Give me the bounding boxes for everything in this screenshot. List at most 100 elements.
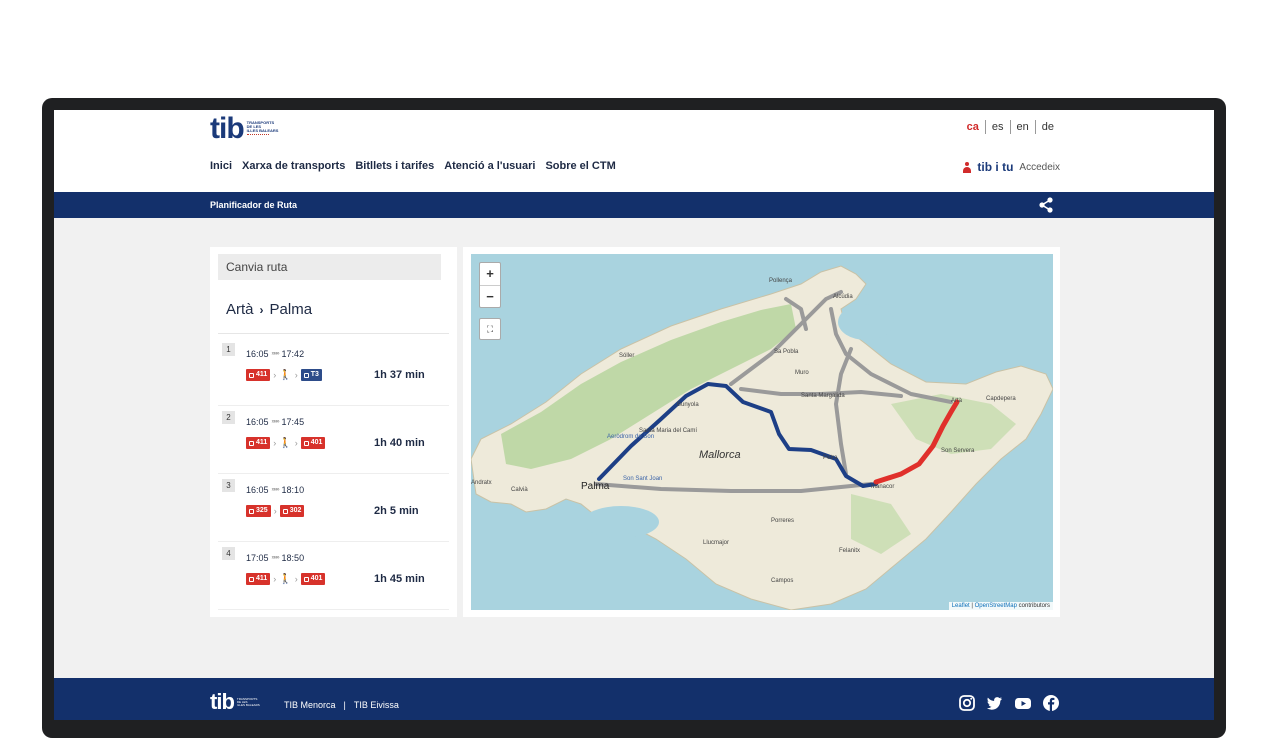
logo-wave bbox=[246, 134, 269, 138]
map-attribution: Leaflet | OpenStreetMap contributors bbox=[948, 602, 1053, 610]
osm-link[interactable]: OpenStreetMap bbox=[975, 603, 1017, 609]
bay-alcudia bbox=[838, 304, 894, 340]
route-title: Artà › Palma bbox=[226, 301, 312, 318]
main-nav: Inici Xarxa de transports Bitllets i tar… bbox=[210, 160, 616, 172]
bus-icon bbox=[282, 508, 288, 514]
trip-duration: 1h 37 min bbox=[374, 369, 425, 381]
bus-line-label: 411 bbox=[256, 439, 268, 446]
bus-icon bbox=[249, 372, 254, 378]
label-arta: Artà bbox=[951, 398, 963, 404]
nav-bitllets[interactable]: Bitllets i tarifes bbox=[355, 160, 434, 172]
trip-legs: 411 › 🚶 › T3 bbox=[246, 369, 322, 381]
bus-icon bbox=[303, 576, 309, 582]
fullscreen-icon[interactable]: ⛶ bbox=[479, 318, 501, 340]
leaflet-link[interactable]: Leaflet bbox=[952, 603, 970, 609]
tib-i-tu-link[interactable]: tib i tu bbox=[977, 160, 1013, 174]
footer-logo-sub-3: ILLES BALEARS bbox=[236, 702, 260, 707]
facebook-icon[interactable] bbox=[1042, 694, 1060, 712]
trip-duration: 1h 40 min bbox=[374, 437, 425, 449]
link-tib-menorca[interactable]: TIB Menorca bbox=[284, 700, 336, 710]
footer-logo[interactable]: tib TRANSPORTS DE LES ILLES BALEARS bbox=[210, 689, 260, 714]
nav-sobre[interactable]: Sobre el CTM bbox=[545, 160, 615, 172]
arrive-time: 18:10 bbox=[281, 485, 305, 495]
bus-line-label: T3 bbox=[310, 371, 319, 378]
nav-xarxa[interactable]: Xarxa de transports bbox=[242, 160, 345, 172]
label-porreres: Porreres bbox=[771, 518, 794, 524]
label-muro: Muro bbox=[795, 370, 809, 376]
label-aerodrom: Aeròdrom de Son bbox=[607, 434, 654, 440]
depart-time: 16:05 bbox=[246, 417, 269, 427]
bus-line-chip: 401 bbox=[300, 437, 326, 449]
nav-inici[interactable]: Inici bbox=[210, 160, 232, 172]
label-petra: Petra bbox=[823, 455, 838, 461]
trip-number: 4 bbox=[222, 547, 235, 560]
bus-icon bbox=[303, 440, 309, 446]
zoom-out-button[interactable]: − bbox=[480, 286, 500, 308]
trip-legs: 411 › 🚶 › 401 bbox=[246, 437, 326, 449]
chevron-right-icon: › bbox=[273, 370, 277, 380]
arrive-time: 17:42 bbox=[281, 349, 305, 359]
trip-legs: 325 › 302 bbox=[246, 505, 305, 517]
label-alcudia: Alcúdia bbox=[833, 294, 853, 300]
trip-option-2[interactable]: 2 16:05 »»» 17:45 411 › 🚶 › 401 1h 40 mi… bbox=[218, 405, 449, 474]
walk-icon: 🚶 bbox=[279, 369, 292, 381]
trip-duration: 2h 5 min bbox=[374, 505, 419, 517]
map-panel: Mallorca Palma Pollença Alcúdia Sóller S… bbox=[463, 247, 1060, 617]
footer-logo-subtitle: TRANSPORTS DE LES ILLES BALEARS bbox=[236, 697, 260, 707]
label-sonservera: Son Servera bbox=[941, 448, 975, 454]
bus-line-label: 401 bbox=[310, 575, 323, 582]
chevron-right-icon: › bbox=[273, 574, 277, 584]
logo-subtitle: TRANSPORTS DE LES ILLES BALEARS bbox=[246, 121, 278, 138]
browser-screen: tib TRANSPORTS DE LES ILLES BALEARS ca e… bbox=[54, 110, 1214, 720]
bus-icon bbox=[303, 372, 309, 378]
label-felanitx: Felanitx bbox=[839, 548, 860, 554]
bus-line-label: 325 bbox=[256, 507, 268, 514]
chevron-right-icon: › bbox=[294, 438, 298, 448]
lang-ca[interactable]: ca bbox=[961, 120, 985, 134]
trip-option-3[interactable]: 3 16:05 »»» 18:10 325 › 302 2h 5 min bbox=[218, 473, 449, 542]
walk-icon: 🚶 bbox=[279, 437, 292, 449]
label-manacor: Manacor bbox=[871, 484, 894, 490]
link-separator: | bbox=[343, 700, 346, 710]
arrow-icon: »»» bbox=[271, 487, 280, 493]
social-links bbox=[958, 694, 1060, 712]
chevron-right-icon: › bbox=[273, 506, 277, 516]
trip-option-4[interactable]: 4 17:05 »»» 18:50 411 › 🚶 › 401 1h 45 mi… bbox=[218, 541, 449, 610]
zoom-in-button[interactable]: + bbox=[480, 263, 500, 286]
trip-number: 3 bbox=[222, 479, 235, 492]
login-link[interactable]: Accedeix bbox=[1019, 162, 1060, 173]
trip-number: 1 bbox=[222, 343, 235, 356]
trip-option-1[interactable]: 1 16:05 »»» 17:42 411 › 🚶 › T3 1h 37 min bbox=[218, 337, 449, 406]
arrow-icon: »»» bbox=[271, 351, 280, 357]
footer-logo-text: tib bbox=[210, 689, 235, 714]
tib-logo[interactable]: tib TRANSPORTS DE LES ILLES BALEARS bbox=[210, 112, 278, 145]
bus-line-chip: 411 bbox=[246, 437, 271, 449]
nav-atencio[interactable]: Atenció a l'usuari bbox=[444, 160, 535, 172]
trip-number: 2 bbox=[222, 411, 235, 424]
logo-text: tib bbox=[210, 112, 245, 145]
instagram-icon[interactable] bbox=[958, 694, 976, 712]
twitter-icon[interactable] bbox=[986, 694, 1004, 712]
route-map[interactable]: Mallorca Palma Pollença Alcúdia Sóller S… bbox=[471, 254, 1053, 610]
trip-times: 16:05 »»» 17:42 bbox=[246, 349, 304, 359]
label-santamargalida: Santa Margalida bbox=[801, 393, 845, 399]
arrow-icon: »»» bbox=[271, 419, 280, 425]
label-bunyola: Bunyola bbox=[677, 402, 699, 408]
attrib-suffix: contributors bbox=[1016, 603, 1050, 609]
change-route-button[interactable]: Canvia ruta bbox=[218, 254, 441, 280]
lang-de[interactable]: de bbox=[1034, 120, 1060, 134]
lang-en[interactable]: en bbox=[1009, 120, 1035, 134]
trip-duration: 1h 45 min bbox=[374, 573, 425, 585]
share-icon[interactable] bbox=[1038, 197, 1054, 213]
youtube-icon[interactable] bbox=[1014, 694, 1032, 712]
account-area: tib i tu Accedeix bbox=[963, 160, 1060, 174]
zoom-control: + − bbox=[479, 262, 501, 308]
link-tib-eivissa[interactable]: TIB Eivissa bbox=[354, 700, 399, 710]
label-mallorca: Mallorca bbox=[699, 449, 741, 461]
label-sonsantjoan: Son Sant Joan bbox=[623, 476, 662, 482]
bus-line-label: 411 bbox=[256, 371, 268, 378]
lang-es[interactable]: es bbox=[984, 120, 1010, 134]
planner-bar: Planificador de Ruta bbox=[54, 192, 1214, 218]
arrive-time: 18:50 bbox=[281, 553, 305, 563]
divider bbox=[218, 333, 449, 334]
